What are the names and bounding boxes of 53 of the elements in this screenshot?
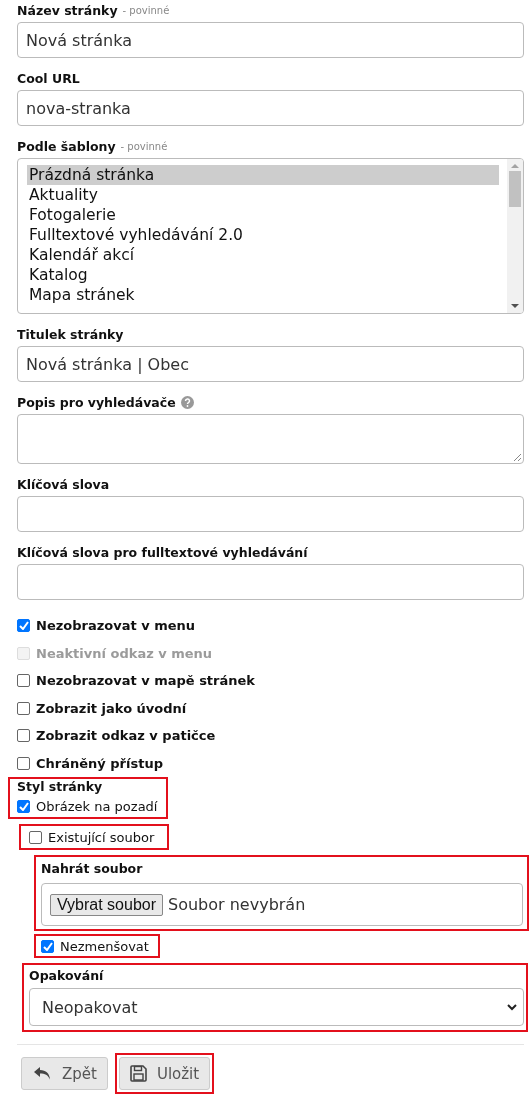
- checkbox-label: Neaktivní odkaz v menu: [36, 645, 213, 661]
- section-title: Styl stránky: [17, 779, 104, 795]
- checkbox-label: Zobrazit odkaz v patičce: [36, 728, 216, 744]
- field-label: Podle šablony: [17, 138, 116, 154]
- checkbox-label: Zobrazit jako úvodní: [36, 700, 187, 716]
- scroll-down-icon[interactable]: [511, 303, 519, 309]
- list-option[interactable]: Katalog: [27, 265, 499, 285]
- checkbox[interactable]: [29, 830, 42, 844]
- list-option[interactable]: Kalendář akcí: [27, 245, 499, 265]
- checkbox[interactable]: [17, 799, 30, 813]
- checkbox-label: Existující soubor: [48, 829, 155, 845]
- repeat-select[interactable]: Neopakovat: [29, 988, 524, 1026]
- save-button[interactable]: Uložit: [118, 1057, 211, 1090]
- required-note: - povinné: [120, 140, 168, 152]
- checkbox[interactable]: [17, 619, 30, 633]
- checkbox-label: Nezobrazovat v menu: [36, 618, 196, 634]
- checkbox[interactable]: [17, 701, 30, 715]
- scroll-up-icon[interactable]: [511, 163, 519, 169]
- field-label: Titulek stránky: [17, 326, 124, 342]
- text-field[interactable]: [17, 496, 524, 532]
- file-field[interactable]: Vybrat soubor Soubor nevybrán: [41, 883, 523, 926]
- field-label: Nahrát soubor: [41, 860, 143, 876]
- list-option[interactable]: Aktuality: [27, 185, 499, 205]
- list-option[interactable]: Fulltextové vyhledávání 2.0: [27, 225, 499, 245]
- scrollbar-thumb[interactable]: [509, 171, 521, 207]
- text-field[interactable]: nova-stranka: [17, 90, 524, 126]
- template-listbox[interactable]: Prázdná stránka Aktuality Fotogalerie Fulltextové vyhledávání 2.0 Kalendář akcí Katalog Mapa stránek: [17, 158, 524, 314]
- field-label: Klíčová slova: [17, 476, 110, 492]
- checkbox-label: Nezobrazovat v mapě stránek: [36, 673, 255, 689]
- text-field[interactable]: Nová stránka | Obec: [17, 346, 524, 382]
- checkbox-label: Obrázek na pozadí: [36, 798, 158, 814]
- checkbox-label: Nezmenšovat: [60, 938, 149, 954]
- field-label: Popis pro vyhledávače: [17, 394, 176, 410]
- resize-grip-icon[interactable]: [513, 453, 521, 461]
- field-label: Klíčová slova pro fulltextové vyhledávání: [17, 544, 308, 560]
- back-button[interactable]: Zpět: [21, 1057, 108, 1090]
- file-status: Soubor nevybrán: [168, 895, 306, 914]
- required-note: - povinné: [122, 4, 170, 16]
- text-field[interactable]: Nová stránka: [17, 22, 524, 58]
- checkbox[interactable]: [17, 674, 30, 688]
- checkbox[interactable]: [41, 939, 54, 953]
- checkbox[interactable]: [17, 756, 30, 770]
- field-label: Název stránky: [17, 2, 118, 18]
- checkbox[interactable]: [17, 729, 30, 743]
- list-option[interactable]: Prázdná stránka: [27, 165, 499, 185]
- checkbox-label: Chráněný přístup: [36, 755, 163, 771]
- field-label: Opakování: [29, 967, 104, 983]
- list-option[interactable]: Mapa stránek: [27, 285, 499, 305]
- list-option[interactable]: Fotogalerie: [27, 205, 499, 225]
- text-field[interactable]: [17, 564, 524, 600]
- chevron-icon: [507, 1003, 517, 1011]
- choose-file-button[interactable]: Vybrat soubor: [50, 893, 163, 916]
- field-label: Cool URL: [17, 70, 80, 86]
